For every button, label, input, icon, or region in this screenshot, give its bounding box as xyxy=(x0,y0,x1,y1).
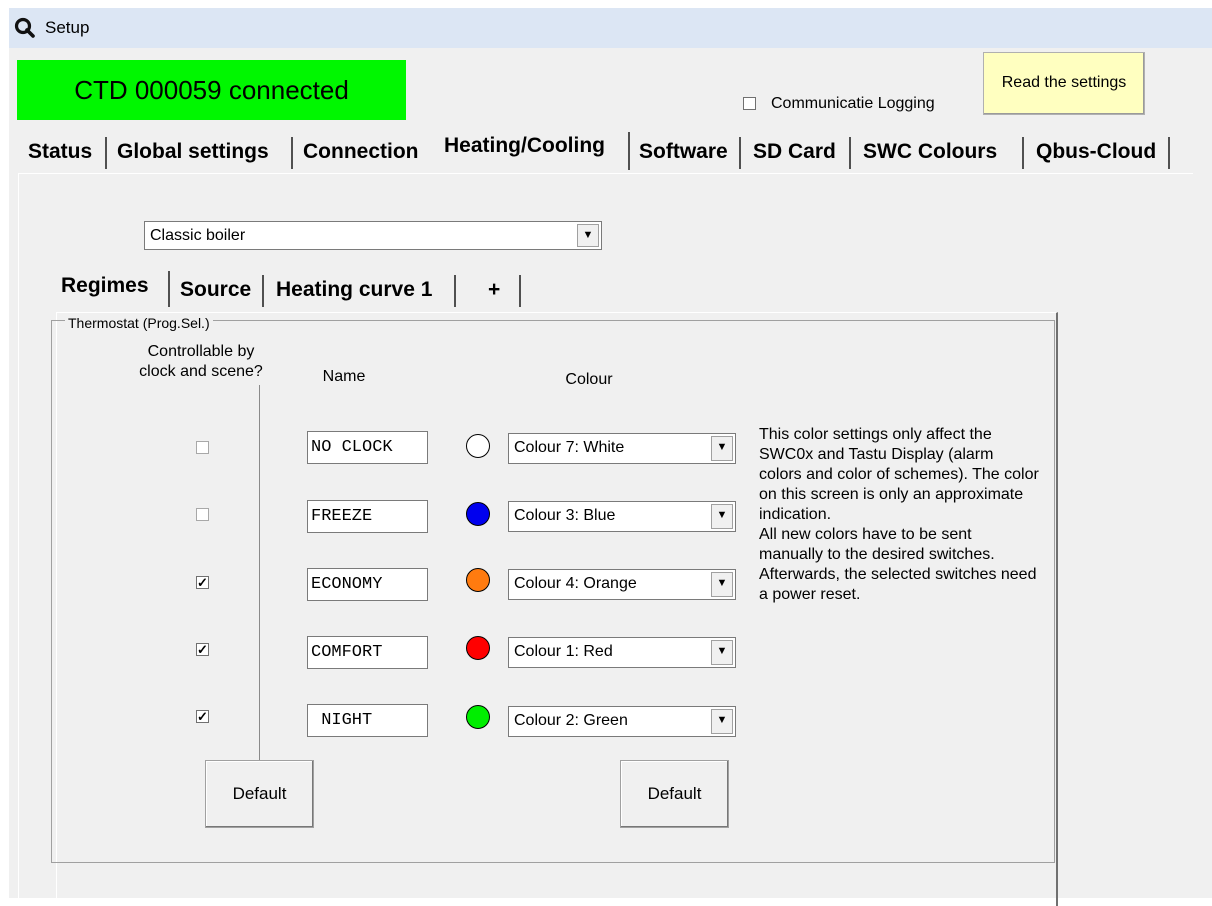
tab-divider xyxy=(291,137,293,169)
controllable-header: Controllable by clock and scene? xyxy=(139,343,263,380)
tab-divider xyxy=(105,137,107,169)
colour-select[interactable]: Colour 4: Orange ▼ xyxy=(508,569,736,600)
tab-heating-cooling[interactable]: Heating/Cooling xyxy=(444,134,605,158)
colour-header: Colour xyxy=(565,371,613,388)
tab-page-border xyxy=(18,173,1193,174)
chevron-down-icon[interactable]: ▼ xyxy=(711,572,733,597)
regime-name-field[interactable]: ECONOMY xyxy=(307,568,428,601)
tab-divider xyxy=(168,271,170,307)
colour-select-value: Colour 3: Blue xyxy=(514,507,616,524)
colour-info-text: This color settings only affect the SWC0… xyxy=(759,426,1039,603)
colour-swatch xyxy=(466,568,490,592)
colour-swatch xyxy=(466,705,490,729)
chevron-down-icon[interactable]: ▼ xyxy=(711,436,733,461)
group-title: Thermostat (Prog.Sel.) xyxy=(65,315,213,331)
chevron-down-icon[interactable]: ▼ xyxy=(711,640,733,665)
colour-swatch xyxy=(466,502,490,526)
tab-divider xyxy=(628,132,630,170)
colour-select[interactable]: Colour 1: Red ▼ xyxy=(508,637,736,668)
tab-sd-card[interactable]: SD Card xyxy=(753,140,836,164)
chevron-down-icon[interactable]: ▼ xyxy=(577,224,599,247)
controllable-checkbox[interactable] xyxy=(196,508,209,521)
read-settings-button[interactable]: Read the settings xyxy=(983,52,1145,115)
setup-window: Setup CTD 000059 connected Communicatie … xyxy=(9,8,1212,906)
system-type-value: Classic boiler xyxy=(150,227,246,244)
tab-divider xyxy=(454,275,456,307)
controllable-checkbox[interactable]: ✓ xyxy=(196,710,209,723)
subtab-regimes[interactable]: Regimes xyxy=(61,274,149,298)
regime-name-field[interactable]: COMFORT xyxy=(307,636,428,669)
colour-select[interactable]: Colour 2: Green ▼ xyxy=(508,706,736,737)
tab-divider xyxy=(849,137,851,169)
controllable-checkbox[interactable] xyxy=(196,441,209,454)
connection-status: CTD 000059 connected xyxy=(17,60,406,120)
chevron-down-icon[interactable]: ▼ xyxy=(711,709,733,734)
column-divider xyxy=(259,385,260,767)
colour-select[interactable]: Colour 7: White ▼ xyxy=(508,433,736,464)
tab-page-border xyxy=(18,173,19,906)
subtab-add[interactable]: + xyxy=(488,278,500,302)
tab-global-settings[interactable]: Global settings xyxy=(117,140,269,164)
chevron-down-icon[interactable]: ▼ xyxy=(711,504,733,529)
colour-select-value: Colour 1: Red xyxy=(514,643,613,660)
tab-qbus-cloud[interactable]: Qbus-Cloud xyxy=(1036,140,1156,164)
name-header: Name xyxy=(322,368,366,385)
tab-divider xyxy=(1022,137,1024,169)
tab-status[interactable]: Status xyxy=(28,140,92,164)
colour-select[interactable]: Colour 3: Blue ▼ xyxy=(508,501,736,532)
tab-divider xyxy=(1168,137,1170,169)
tab-divider xyxy=(519,275,521,307)
system-type-select[interactable]: Classic boiler ▼ xyxy=(144,221,602,250)
subtab-heating-curve-1[interactable]: Heating curve 1 xyxy=(276,278,432,302)
tab-connection[interactable]: Connection xyxy=(303,140,419,164)
tab-swc-colours[interactable]: SWC Colours xyxy=(863,140,997,164)
logging-checkbox[interactable] xyxy=(743,97,756,110)
colour-select-value: Colour 7: White xyxy=(514,439,625,456)
regime-name-field[interactable]: NO CLOCK xyxy=(307,431,428,464)
controllable-checkbox[interactable]: ✓ xyxy=(196,643,209,656)
colour-select-value: Colour 2: Green xyxy=(514,712,628,729)
window-title: Setup xyxy=(45,18,90,37)
default-button-left[interactable]: Default xyxy=(205,760,314,828)
regime-name-field[interactable]: FREEZE xyxy=(307,500,428,533)
tab-divider xyxy=(262,275,264,307)
title-bar: Setup xyxy=(9,8,1212,48)
logging-label: Communicatie Logging xyxy=(771,95,935,112)
colour-swatch xyxy=(466,434,490,458)
subtab-source[interactable]: Source xyxy=(180,278,251,302)
regime-name-field[interactable]: NIGHT xyxy=(307,704,428,737)
colour-select-value: Colour 4: Orange xyxy=(514,575,637,592)
controllable-checkbox[interactable]: ✓ xyxy=(196,576,209,589)
default-button-right[interactable]: Default xyxy=(620,760,729,828)
colour-swatch xyxy=(466,636,490,660)
tab-software[interactable]: Software xyxy=(639,140,728,164)
tab-divider xyxy=(739,137,741,169)
search-icon xyxy=(14,17,35,38)
